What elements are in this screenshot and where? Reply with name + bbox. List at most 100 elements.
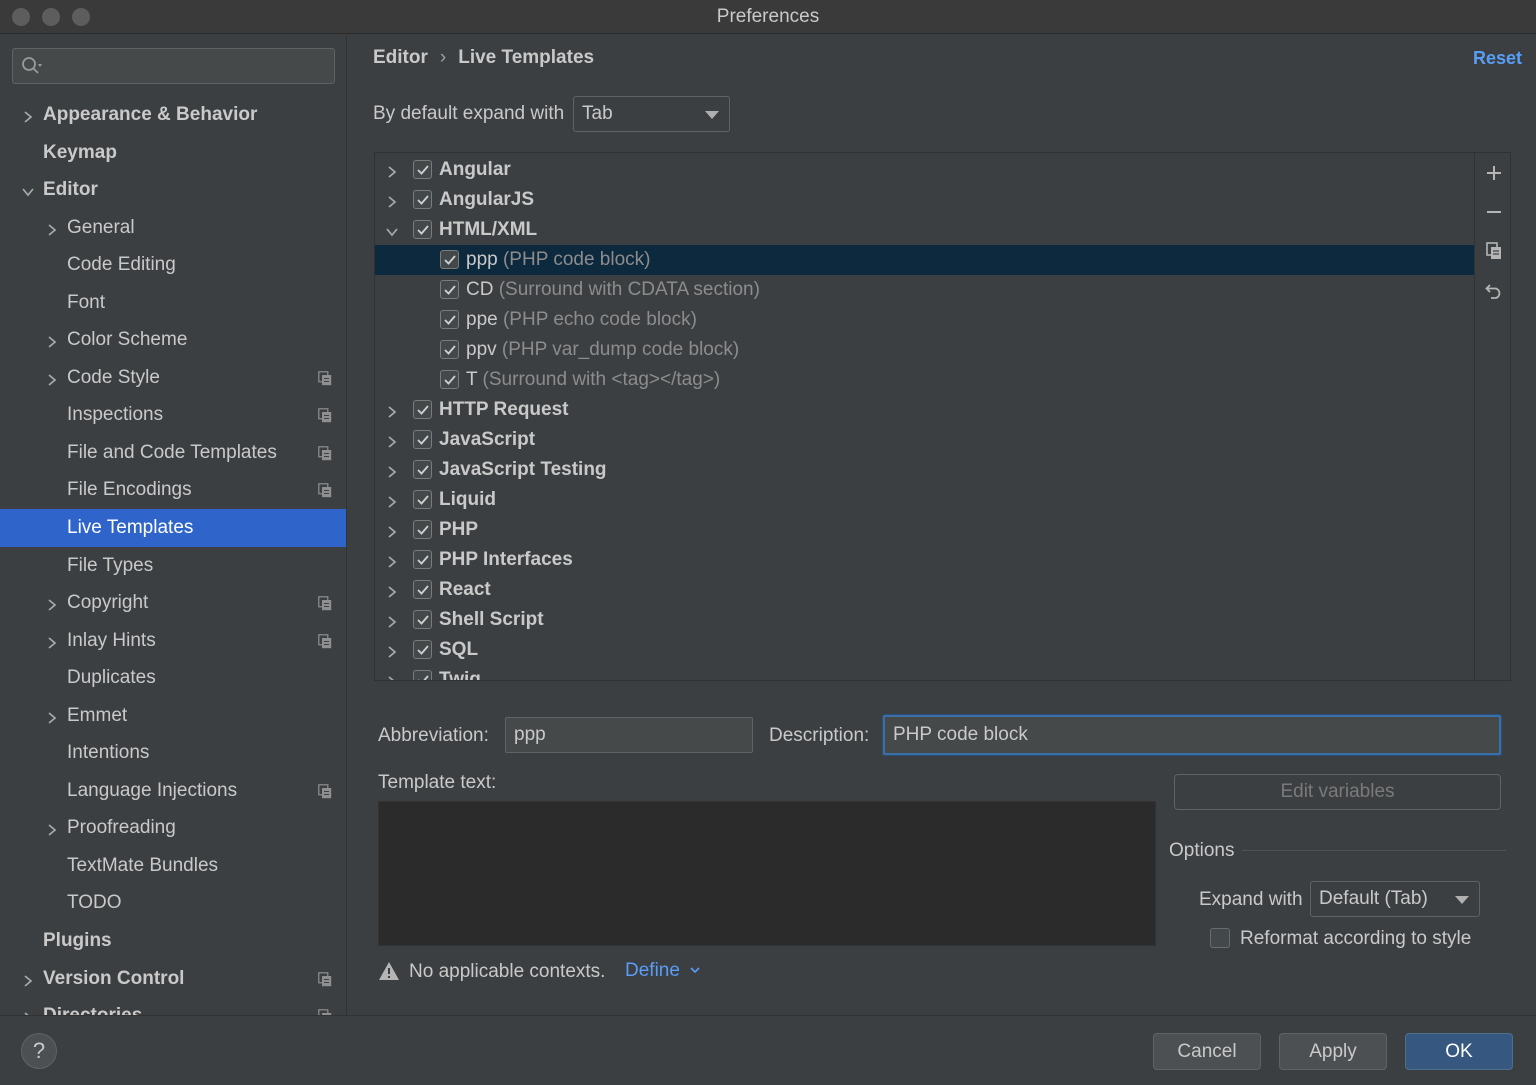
sidebar-item-proofreading[interactable]: Proofreading — [0, 809, 346, 847]
sidebar-item-textmate-bundles[interactable]: TextMate Bundles — [0, 847, 346, 885]
sidebar-item-live-templates[interactable]: Live Templates — [0, 509, 346, 547]
sidebar-item-keymap[interactable]: Keymap — [0, 134, 346, 172]
sidebar-item-intentions[interactable]: Intentions — [0, 734, 346, 772]
sidebar-item-font[interactable]: Font — [0, 284, 346, 322]
template-group-row[interactable]: PHP — [375, 515, 1474, 545]
template-text-editor[interactable] — [378, 801, 1156, 946]
chevron-right-icon[interactable] — [45, 596, 59, 611]
sidebar-item-emmet[interactable]: Emmet — [0, 697, 346, 735]
sidebar-item-directories[interactable]: Directories — [0, 997, 346, 1015]
sidebar-item-todo[interactable]: TODO — [0, 884, 346, 922]
template-row[interactable]: ppe (PHP echo code block) — [375, 305, 1474, 335]
sidebar-item-version-control[interactable]: Version Control — [0, 960, 346, 998]
sidebar-item-file-types[interactable]: File Types — [0, 547, 346, 585]
template-group-row[interactable]: AngularJS — [375, 185, 1474, 215]
default-expand-select[interactable]: Tab — [573, 96, 730, 132]
template-checkbox[interactable] — [440, 310, 459, 329]
sidebar-item-appearance-behavior[interactable]: Appearance & Behavior — [0, 96, 346, 134]
remove-icon[interactable] — [1485, 203, 1503, 221]
chevron-right-icon[interactable] — [21, 972, 35, 987]
ok-button[interactable]: OK — [1405, 1033, 1513, 1070]
sidebar-item-copyright[interactable]: Copyright — [0, 584, 346, 622]
template-group-row[interactable]: HTTP Request — [375, 395, 1474, 425]
template-group-row[interactable]: JavaScript — [375, 425, 1474, 455]
template-group-row[interactable]: Twig — [375, 665, 1474, 680]
sidebar-item-code-editing[interactable]: Code Editing — [0, 246, 346, 284]
template-group-row[interactable]: Shell Script — [375, 605, 1474, 635]
template-group-row[interactable]: HTML/XML — [375, 215, 1474, 245]
group-checkbox[interactable] — [413, 220, 432, 239]
chevron-right-icon[interactable] — [45, 221, 59, 236]
description-field[interactable]: PHP code block — [883, 715, 1501, 755]
chevron-right-icon[interactable] — [45, 821, 59, 836]
chevron-down-icon[interactable] — [21, 183, 35, 197]
chevron-right-icon[interactable] — [385, 403, 399, 418]
template-row[interactable]: ppp (PHP code block) — [375, 245, 1474, 275]
template-group-row[interactable]: Liquid — [375, 485, 1474, 515]
add-icon[interactable] — [1485, 164, 1503, 182]
template-checkbox[interactable] — [440, 340, 459, 359]
chevron-right-icon[interactable] — [385, 163, 399, 178]
undo-icon[interactable] — [1485, 281, 1503, 299]
template-row[interactable]: ppv (PHP var_dump code block) — [375, 335, 1474, 365]
template-group-row[interactable]: React — [375, 575, 1474, 605]
reset-link[interactable]: Reset — [1473, 48, 1522, 69]
group-checkbox[interactable] — [413, 490, 432, 509]
chevron-right-icon[interactable] — [45, 333, 59, 348]
chevron-right-icon[interactable] — [45, 709, 59, 724]
sidebar-item-inlay-hints[interactable]: Inlay Hints — [0, 622, 346, 660]
chevron-right-icon[interactable] — [385, 613, 399, 628]
sidebar-item-color-scheme[interactable]: Color Scheme — [0, 321, 346, 359]
group-checkbox[interactable] — [413, 520, 432, 539]
template-checkbox[interactable] — [440, 370, 459, 389]
abbreviation-field[interactable]: ppp — [505, 717, 753, 753]
apply-button[interactable]: Apply — [1279, 1033, 1387, 1070]
group-checkbox[interactable] — [413, 670, 432, 680]
chevron-right-icon[interactable] — [385, 673, 399, 680]
sidebar-item-editor[interactable]: Editor — [0, 171, 346, 209]
copy-icon[interactable] — [1485, 242, 1503, 260]
template-group-row[interactable]: Angular — [375, 155, 1474, 185]
chevron-right-icon[interactable] — [385, 523, 399, 538]
sidebar-item-inspections[interactable]: Inspections — [0, 396, 346, 434]
chevron-right-icon[interactable] — [45, 634, 59, 649]
sidebar-item-general[interactable]: General — [0, 209, 346, 247]
chevron-right-icon[interactable] — [45, 371, 59, 386]
sidebar-item-file-encodings[interactable]: File Encodings — [0, 471, 346, 509]
reformat-checkbox[interactable] — [1210, 928, 1230, 948]
template-checkbox[interactable] — [440, 250, 459, 269]
edit-variables-button[interactable]: Edit variables — [1174, 774, 1501, 810]
cancel-button[interactable]: Cancel — [1153, 1033, 1261, 1070]
expand-with-select[interactable]: Default (Tab) — [1310, 881, 1480, 917]
template-row[interactable]: T (Surround with <tag></tag>) — [375, 365, 1474, 395]
template-row[interactable]: CD (Surround with CDATA section) — [375, 275, 1474, 305]
group-checkbox[interactable] — [413, 580, 432, 599]
chevron-right-icon[interactable] — [21, 108, 35, 123]
group-checkbox[interactable] — [413, 160, 432, 179]
group-checkbox[interactable] — [413, 430, 432, 449]
sidebar-item-language-injections[interactable]: Language Injections — [0, 772, 346, 810]
sidebar-item-plugins[interactable]: Plugins — [0, 922, 346, 960]
chevron-down-icon[interactable] — [385, 223, 399, 237]
group-checkbox[interactable] — [413, 640, 432, 659]
chevron-right-icon[interactable] — [385, 493, 399, 508]
template-group-row[interactable]: PHP Interfaces — [375, 545, 1474, 575]
group-checkbox[interactable] — [413, 190, 432, 209]
template-group-row[interactable]: SQL — [375, 635, 1474, 665]
template-group-row[interactable]: JavaScript Testing — [375, 455, 1474, 485]
settings-search-input[interactable] — [12, 48, 335, 84]
chevron-right-icon[interactable] — [385, 583, 399, 598]
chevron-right-icon[interactable] — [385, 553, 399, 568]
group-checkbox[interactable] — [413, 610, 432, 629]
define-contexts-link[interactable]: Define — [625, 960, 701, 982]
template-checkbox[interactable] — [440, 280, 459, 299]
sidebar-item-duplicates[interactable]: Duplicates — [0, 659, 346, 697]
group-checkbox[interactable] — [413, 550, 432, 569]
sidebar-item-code-style[interactable]: Code Style — [0, 359, 346, 397]
group-checkbox[interactable] — [413, 460, 432, 479]
help-button[interactable]: ? — [21, 1033, 57, 1069]
sidebar-item-file-and-code-templates[interactable]: File and Code Templates — [0, 434, 346, 472]
breadcrumb-editor[interactable]: Editor — [373, 47, 428, 68]
chevron-right-icon[interactable] — [385, 433, 399, 448]
chevron-right-icon[interactable] — [385, 643, 399, 658]
